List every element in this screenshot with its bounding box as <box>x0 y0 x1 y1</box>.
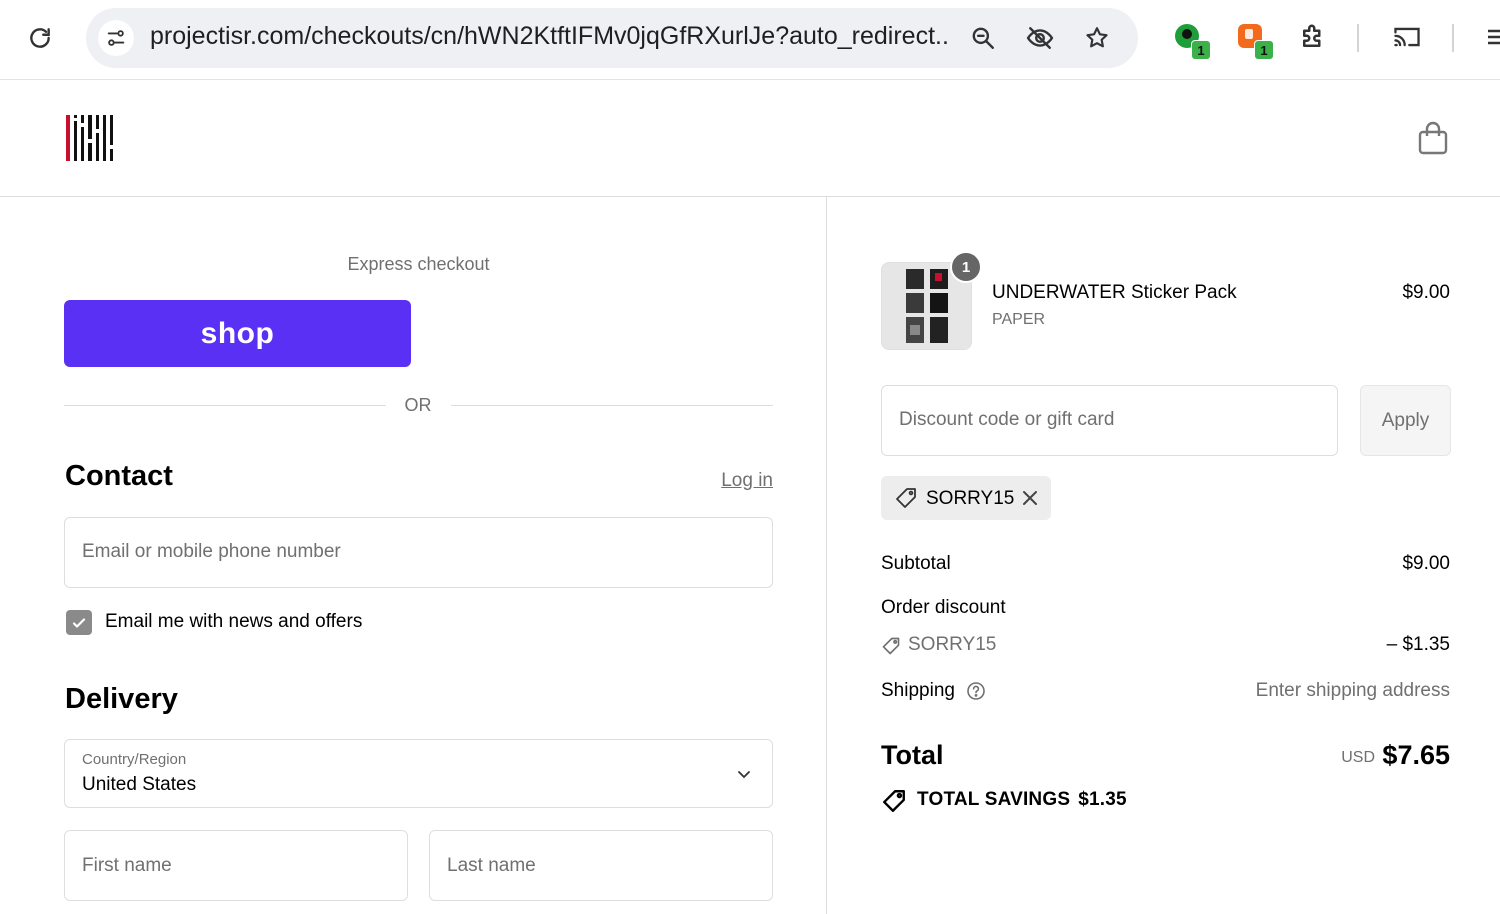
applied-discount-chip: SORRY15 <box>881 476 1051 520</box>
extension-badge: 1 <box>1254 40 1274 60</box>
tag-icon <box>894 487 918 509</box>
store-logo[interactable] <box>66 113 120 163</box>
discount-value: – $1.35 <box>1386 634 1450 655</box>
discount-code-label: SORRY15 <box>908 634 997 655</box>
column-divider <box>826 197 827 914</box>
divider-line <box>64 405 386 406</box>
total-savings-value: $1.35 <box>1078 789 1127 810</box>
extension-orange-icon[interactable]: 1 <box>1234 20 1274 60</box>
country-value: United States <box>82 774 197 795</box>
shopping-bag-icon[interactable] <box>1416 120 1450 156</box>
shipping-value: Enter shipping address <box>1255 680 1450 701</box>
divider-line <box>451 405 773 406</box>
subtotal-label: Subtotal <box>881 553 951 574</box>
apply-button[interactable]: Apply <box>1360 385 1451 456</box>
contact-heading: Contact <box>65 460 173 492</box>
extension-green-icon[interactable]: 1 <box>1171 20 1211 60</box>
total-savings: TOTAL SAVINGS $1.35 <box>917 789 1127 811</box>
last-name-placeholder: Last name <box>447 855 536 876</box>
menu-icon[interactable] <box>1484 20 1500 54</box>
delivery-heading: Delivery <box>65 683 178 715</box>
address-bar[interactable]: projectisr.com/checkouts/cn/hWN2KtftIFMv… <box>86 8 1138 68</box>
help-circle-icon[interactable] <box>966 681 986 701</box>
browser-toolbar: projectisr.com/checkouts/cn/hWN2KtftIFMv… <box>0 0 1500 80</box>
total-label: Total <box>881 740 944 770</box>
checkmark-icon <box>72 617 86 628</box>
shipping-label: Shipping <box>881 680 955 701</box>
url-text[interactable]: projectisr.com/checkouts/cn/hWN2KtftIFMv… <box>150 22 950 51</box>
savings-tag-icon <box>881 789 907 813</box>
discount-placeholder: Discount code or gift card <box>899 409 1115 430</box>
applied-code-text: SORRY15 <box>926 488 1015 509</box>
total-currency: USD <box>1341 749 1375 766</box>
total-value: $7.65 <box>1382 740 1450 770</box>
subtotal-value: $9.00 <box>1402 553 1450 574</box>
product-variant: PAPER <box>992 311 1046 328</box>
express-checkout-label: Express checkout <box>347 254 490 274</box>
remove-code-close-icon[interactable] <box>1019 487 1041 509</box>
toolbar-divider <box>1452 24 1454 52</box>
zoom-icon[interactable] <box>968 23 998 53</box>
extension-badge: 1 <box>1191 40 1211 60</box>
discount-code-input[interactable]: Discount code or gift card <box>881 385 1338 456</box>
site-info-icon[interactable] <box>98 20 134 56</box>
order-discount-label: Order discount <box>881 597 1006 618</box>
first-name-field[interactable]: First name <box>64 830 408 901</box>
shop-pay-button[interactable]: shop <box>64 300 411 367</box>
country-select[interactable]: Country/Region United States <box>64 739 773 808</box>
toolbar-divider <box>1357 24 1359 52</box>
total-savings-label: TOTAL SAVINGS <box>917 789 1071 810</box>
extensions-puzzle-icon[interactable] <box>1296 20 1330 54</box>
eye-off-icon[interactable] <box>1025 23 1055 53</box>
reload-icon[interactable] <box>24 22 56 54</box>
newsletter-label: Email me with news and offers <box>105 611 363 632</box>
email-placeholder: Email or mobile phone number <box>82 541 341 562</box>
first-name-placeholder: First name <box>82 855 172 876</box>
store-header <box>0 80 1500 197</box>
tag-icon <box>881 636 901 656</box>
chevron-down-icon <box>736 766 752 782</box>
email-field[interactable]: Email or mobile phone number <box>64 517 773 588</box>
product-name: UNDERWATER Sticker Pack <box>992 282 1237 303</box>
country-label: Country/Region <box>82 751 187 768</box>
cast-icon[interactable] <box>1390 20 1424 54</box>
login-link[interactable]: Log in <box>700 470 773 492</box>
newsletter-checkbox[interactable] <box>66 610 92 635</box>
quantity-badge: 1 <box>950 251 982 283</box>
or-divider-label: OR <box>404 395 432 415</box>
product-price: $9.00 <box>1402 282 1450 303</box>
last-name-field[interactable]: Last name <box>429 830 773 901</box>
bookmark-star-icon[interactable] <box>1082 23 1112 53</box>
